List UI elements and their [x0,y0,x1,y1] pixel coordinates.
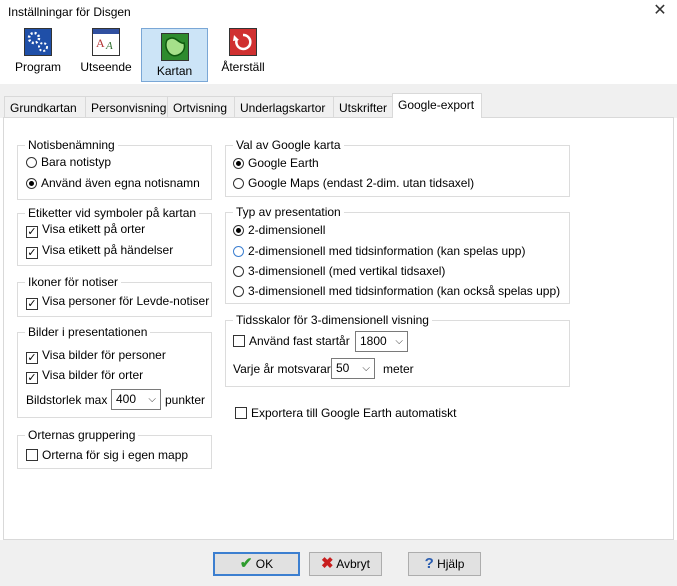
window-title: Inställningar för Disgen [8,5,131,19]
typ-2d-tid-radio[interactable]: 2-dimensionell med tidsinformation (kan … [233,244,525,258]
tab-bar: Grundkartan Personvisning Ortvisning Und… [0,84,677,118]
bilder-personer-checkbox[interactable]: ✓ Visa bilder för personer [26,348,166,364]
toolbar: Program A A Utseende Kartan Återställ [0,24,677,84]
toolbar-kartan-button[interactable]: Kartan [141,28,208,82]
meter-unit: meter [383,362,414,376]
close-icon[interactable]: ✕ [650,1,670,21]
tab-personvisning[interactable]: Personvisning [85,96,168,118]
bildstorlek-select[interactable]: 400 ⌵ [111,389,161,410]
check-icon: ✔ [239,555,253,572]
typ-2d-radio[interactable]: 2-dimensionell [233,223,325,237]
toolbar-program-button[interactable]: Program [12,28,64,80]
toolbar-utseende-button[interactable]: A A Utseende [78,28,134,80]
typ-title: Typ av presentation [233,205,344,219]
cancel-button[interactable]: ✖ Avbryt [309,552,382,576]
gear-icon [24,28,52,56]
cross-icon: ✖ [320,555,334,572]
typ-3d-tid-radio[interactable]: 3-dimensionell med tidsinformation (kan … [233,284,560,298]
tab-utskrifter[interactable]: Utskrifter [333,96,393,118]
toolbar-program-label: Program [14,60,61,74]
toolbar-aterstall-label: Återställ [221,60,265,74]
notis-option-2[interactable]: Använd även egna notisnamn [26,176,200,190]
bilder-orter-checkbox[interactable]: ✓ Visa bilder för orter [26,368,143,384]
ok-button[interactable]: ✔ OK [213,552,300,576]
help-button[interactable]: ? Hjälp [408,552,481,576]
egen-mapp-checkbox[interactable]: Orterna för sig i egen mapp [26,448,188,462]
google-maps-radio[interactable]: Google Maps (endast 2-dim. utan tidsaxel… [233,176,474,190]
karta-title: Val av Google karta [233,138,344,152]
toolbar-kartan-label: Kartan [156,64,193,78]
reset-icon [229,28,257,56]
levde-notiser-checkbox[interactable]: ✓ Visa personer för Levde-notiser [26,294,209,310]
tab-ortvisning[interactable]: Ortvisning [167,96,235,118]
title-bar: Inställningar för Disgen ✕ [0,0,677,24]
toolbar-utseende-label: Utseende [80,60,132,74]
bilder-title: Bilder i presentationen [25,325,151,339]
notis-option-1[interactable]: Bara notistyp [26,155,111,169]
ikoner-title: Ikoner för notiser [25,275,122,289]
google-earth-radio[interactable]: Google Earth [233,156,319,170]
tab-underlagskartor[interactable]: Underlagskartor [234,96,334,118]
tab-grundkartan[interactable]: Grundkartan [4,96,86,118]
tab-google-export[interactable]: Google-export [392,93,482,118]
meter-select[interactable]: 50 ⌵ [331,358,375,379]
fast-startar-checkbox[interactable]: Använd fast startår [233,334,350,348]
map-icon [160,33,189,61]
tidsskalor-title: Tidsskalor för 3-dimensionell visning [233,313,432,327]
exportera-checkbox[interactable]: Exportera till Google Earth automatiskt [235,406,456,420]
grupp-title: Orternas gruppering [25,428,139,442]
etiketter-title: Etiketter vid symboler på kartan [25,206,200,220]
bildstorlek-label: Bildstorlek max [26,393,108,407]
varje-ar-label: Varje år motsvarar [233,362,331,376]
toolbar-aterstall-button[interactable]: Återställ [216,28,270,80]
group-notisbenamning [17,145,212,200]
startar-select[interactable]: 1800 ⌵ [355,331,408,352]
font-icon: A A [92,28,120,56]
etikett-orter-checkbox[interactable]: ✓ Visa etikett på orter [26,222,145,238]
etikett-handelser-checkbox[interactable]: ✓ Visa etikett på händelser [26,243,173,259]
typ-3d-radio[interactable]: 3-dimensionell (med vertikal tidsaxel) [233,264,445,278]
notis-title: Notisbenämning [25,138,118,152]
bildstorlek-unit: punkter [165,393,206,407]
question-icon: ? [424,555,434,572]
